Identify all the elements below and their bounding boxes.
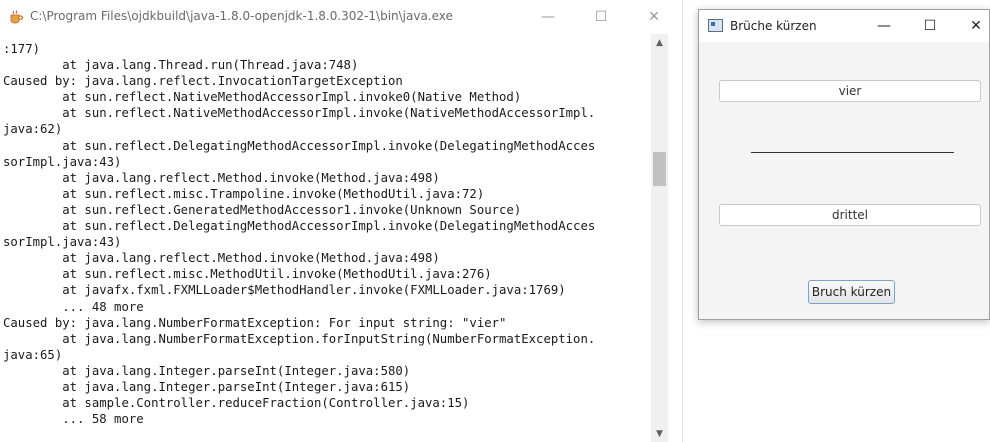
app-titlebar[interactable]: Brüche kürzen — ☐ ✕ bbox=[699, 10, 989, 42]
app-maximize-button[interactable]: ☐ bbox=[907, 10, 953, 42]
app-window: Brüche kürzen — ☐ ✕ vier drittel Bruch k… bbox=[698, 9, 990, 320]
console-minimize-button[interactable]: — bbox=[525, 0, 571, 34]
java-coffee-icon bbox=[10, 10, 23, 24]
reduce-fraction-button[interactable]: Bruch kürzen bbox=[808, 280, 895, 304]
app-close-button[interactable]: ✕ bbox=[953, 10, 990, 42]
numerator-input[interactable]: vier bbox=[719, 80, 981, 102]
stack-trace-text: :177) at java.lang.Thread.run(Thread.jav… bbox=[3, 42, 596, 427]
console-scrollbar[interactable]: ▲ ▼ bbox=[651, 34, 668, 442]
fraction-bar bbox=[751, 152, 954, 153]
console-maximize-button[interactable]: ☐ bbox=[578, 0, 624, 34]
app-title: Brüche kürzen bbox=[730, 19, 817, 33]
app-minimize-button[interactable]: — bbox=[861, 10, 907, 42]
window-app-icon bbox=[708, 19, 723, 32]
scrollbar-thumb[interactable] bbox=[653, 152, 666, 186]
denominator-input[interactable]: drittel bbox=[719, 204, 981, 226]
console-titlebar[interactable]: C:\Program Files\ojdkbuild\java-1.8.0-op… bbox=[0, 0, 682, 34]
scroll-up-icon[interactable]: ▲ bbox=[651, 34, 668, 51]
console-output[interactable]: :177) at java.lang.Thread.run(Thread.jav… bbox=[0, 34, 650, 442]
console-window: C:\Program Files\ojdkbuild\java-1.8.0-op… bbox=[0, 0, 683, 442]
scroll-down-icon[interactable]: ▼ bbox=[651, 425, 668, 442]
console-title: C:\Program Files\ojdkbuild\java-1.8.0-op… bbox=[30, 9, 453, 23]
console-close-button[interactable]: ✕ bbox=[631, 0, 677, 34]
